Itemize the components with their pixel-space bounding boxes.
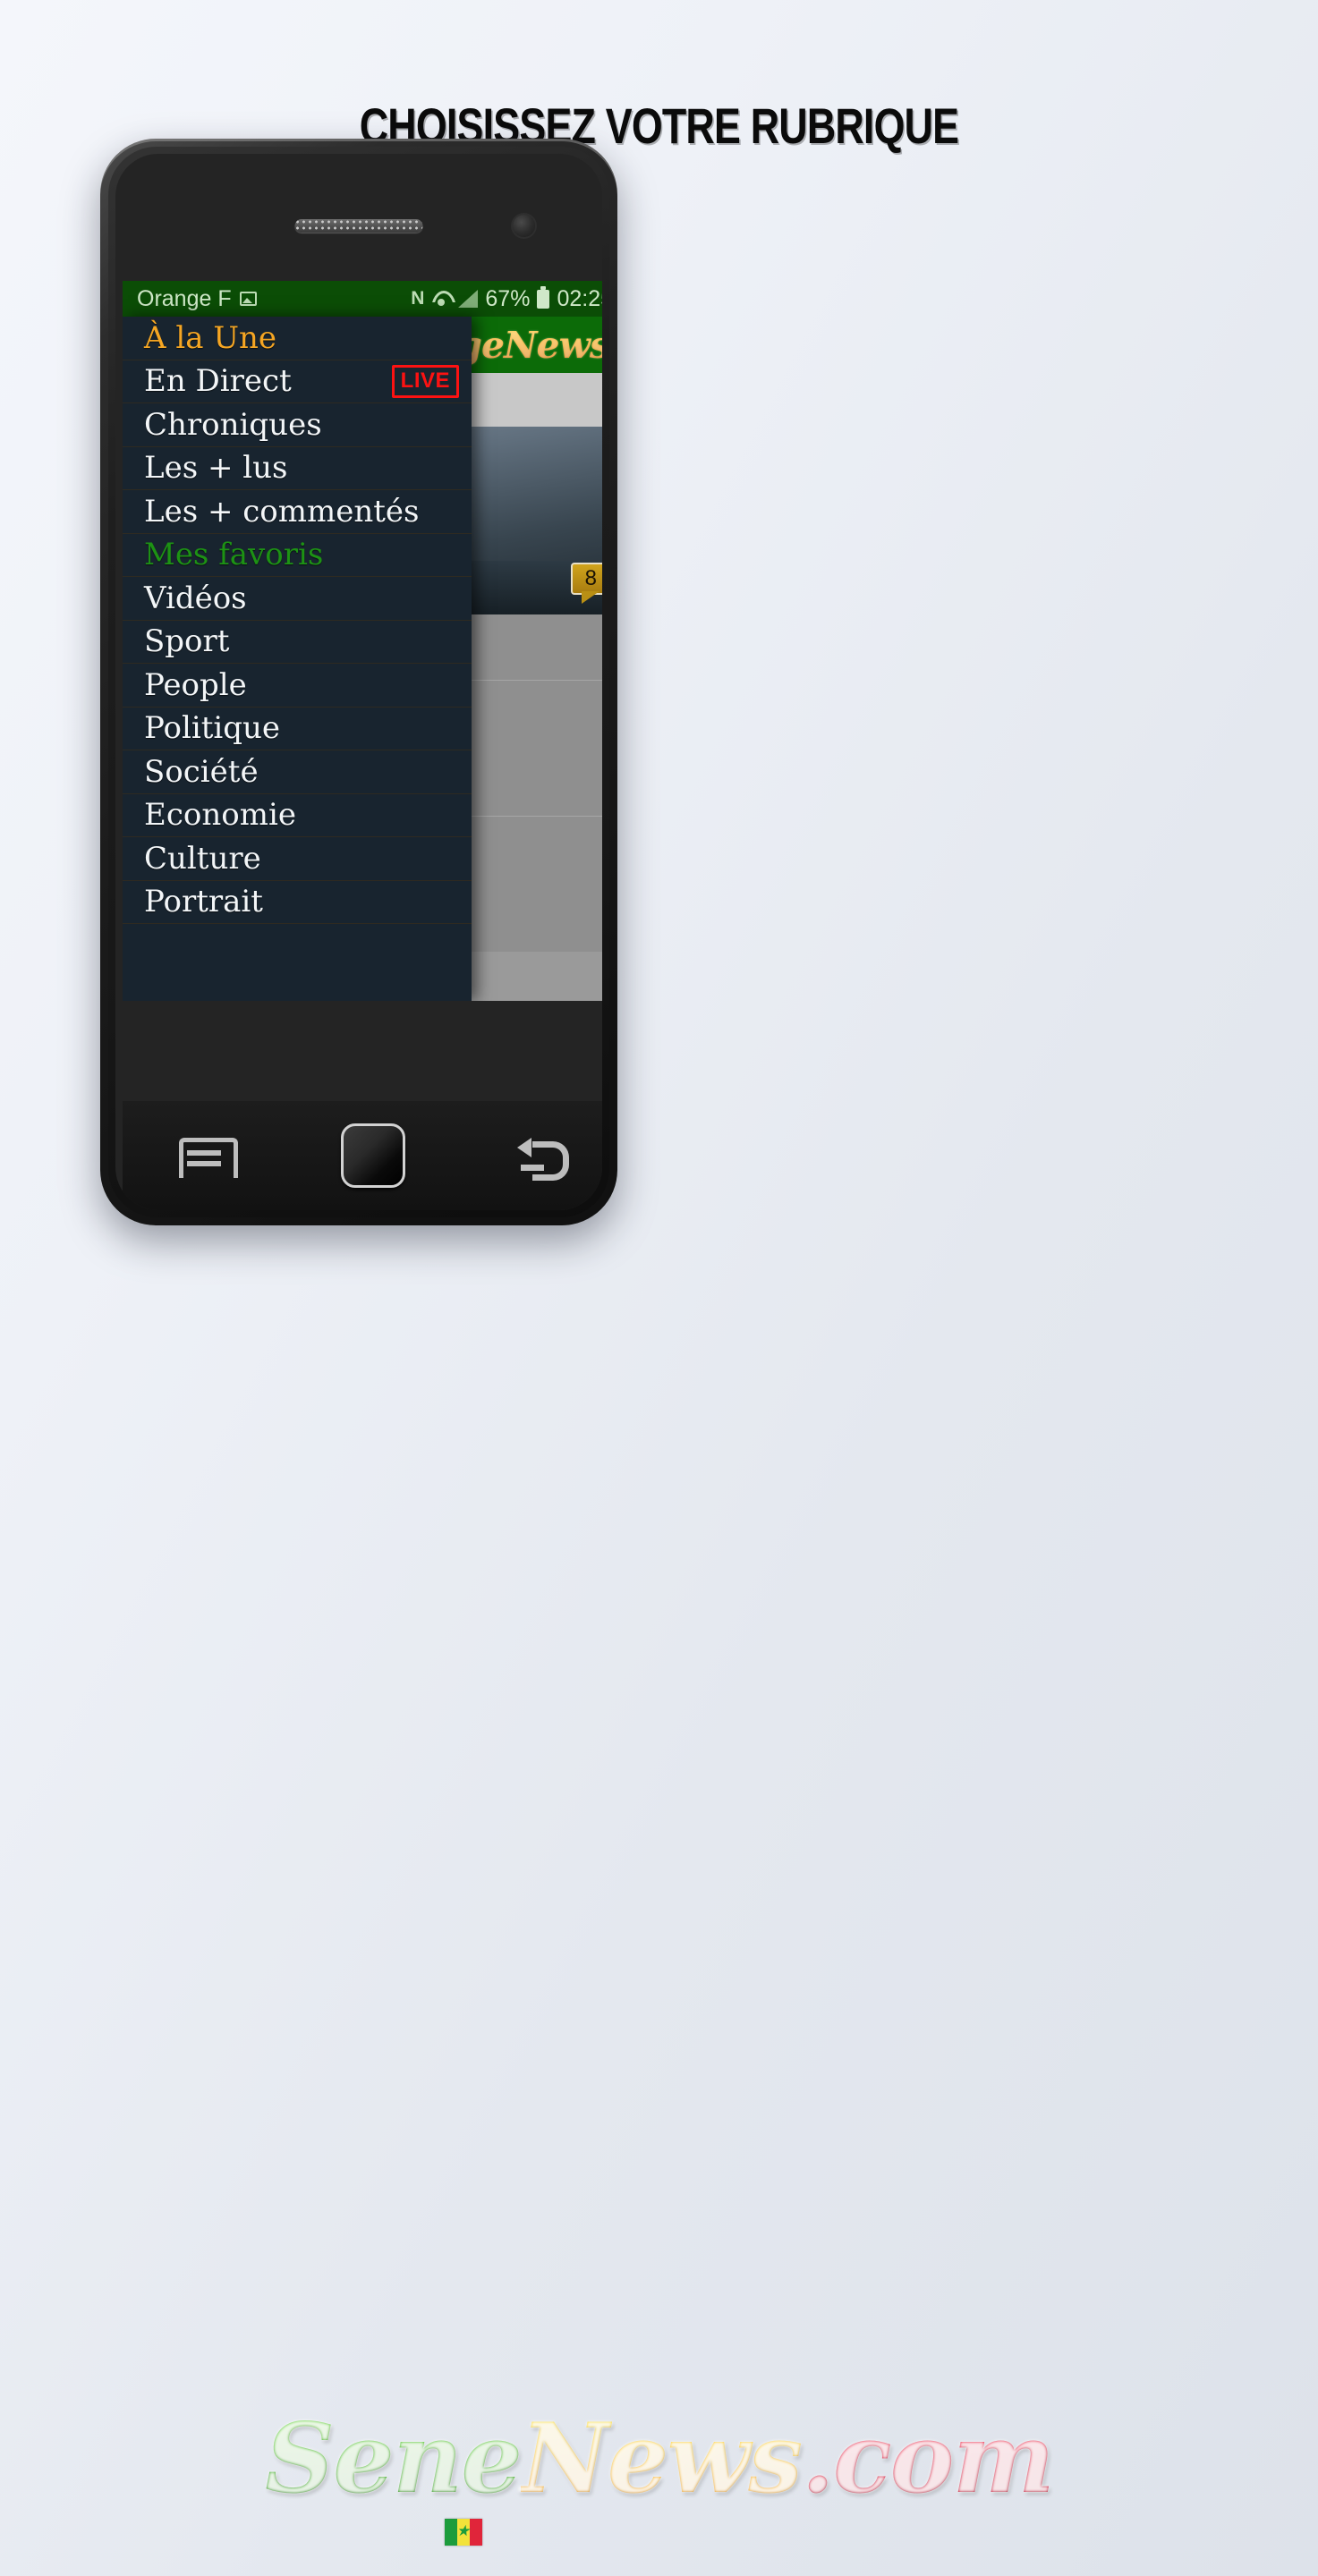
drawer-item-10[interactable]: Société [123,750,472,794]
drawer-item-label: Economie [144,797,296,834]
earpiece-speaker-icon [294,219,423,233]
drawer-item-label: Politique [144,710,281,747]
nfc-icon: N [411,288,425,309]
back-arrow-icon[interactable] [517,1138,570,1181]
carrier-label: Orange F [137,285,232,311]
battery-icon [537,285,550,309]
drawer-item-label: Les + commentés [144,493,420,530]
drawer-item-label: Société [144,753,259,790]
drawer-item-11[interactable]: Economie [123,794,472,837]
android-navigation-bar [123,1101,602,1210]
recents-icon[interactable] [178,1138,238,1178]
brand-part-com: .com [801,2402,1055,2515]
comment-count-badge: 8 [570,563,602,604]
phone-mockup: Orange F N 67% 02:25 geNews NS [100,139,617,1225]
drawer-item-label: Chroniques [144,406,322,443]
drawer-item-label: Mes favoris [144,537,324,573]
navigation-drawer[interactable]: À la Une En Direct LIVE Chroniques Les + lus… [123,317,472,1001]
drawer-item-3[interactable]: Les + lus [123,447,472,490]
phone-inner-frame: Orange F N 67% 02:25 geNews NS [108,147,609,1217]
clock-label: 02:25 [557,285,602,311]
status-bar-right: N 67% 02:25 [411,285,602,312]
brand-part-news: News [521,2402,803,2515]
drawer-item-label: En Direct [144,363,292,400]
phone-bezel: Orange F N 67% 02:25 geNews NS [115,154,602,1210]
drawer-item-label: Les + lus [144,450,288,487]
app-logo: geNews [456,324,602,367]
drawer-item-label: Vidéos [144,580,247,616]
drawer-item-1[interactable]: En Direct LIVE [123,360,472,403]
drawer-item-7[interactable]: Sport [123,621,472,664]
front-camera-icon [513,215,535,237]
wifi-icon [431,291,451,307]
drawer-item-label: People [144,666,247,703]
drawer-item-label: Culture [144,840,261,877]
senegal-flag-icon [444,2519,482,2546]
drawer-item-label: Sport [144,623,230,660]
drawer-item-13[interactable]: Portrait [123,881,472,924]
status-bar-left: Orange F [137,286,257,312]
brand-part-sene: Sene [265,2402,523,2515]
brand-logo: SeneNews.com [265,2402,1055,2515]
status-bar: Orange F N 67% 02:25 [123,281,602,317]
drawer-item-label: Portrait [144,884,263,920]
drawer-item-9[interactable]: Politique [123,708,472,750]
photo-icon [239,292,257,306]
drawer-item-8[interactable]: People [123,664,472,708]
battery-percent-label: 67% [485,285,531,311]
brand-footer: SeneNews.com [0,2402,1318,2546]
drawer-item-5[interactable]: Mes favoris [123,534,472,577]
signal-icon [458,290,479,308]
drawer-item-label: À la Une [144,319,276,356]
drawer-item-2[interactable]: Chroniques [123,403,472,447]
phone-screen: Orange F N 67% 02:25 geNews NS [123,281,602,1001]
drawer-item-4[interactable]: Les + commentés [123,490,472,534]
home-button-icon[interactable] [340,1123,405,1188]
drawer-item-12[interactable]: Culture [123,837,472,881]
drawer-item-6[interactable]: Vidéos [123,577,472,621]
live-badge: LIVE [391,364,459,398]
drawer-item-0[interactable]: À la Une [123,317,472,360]
